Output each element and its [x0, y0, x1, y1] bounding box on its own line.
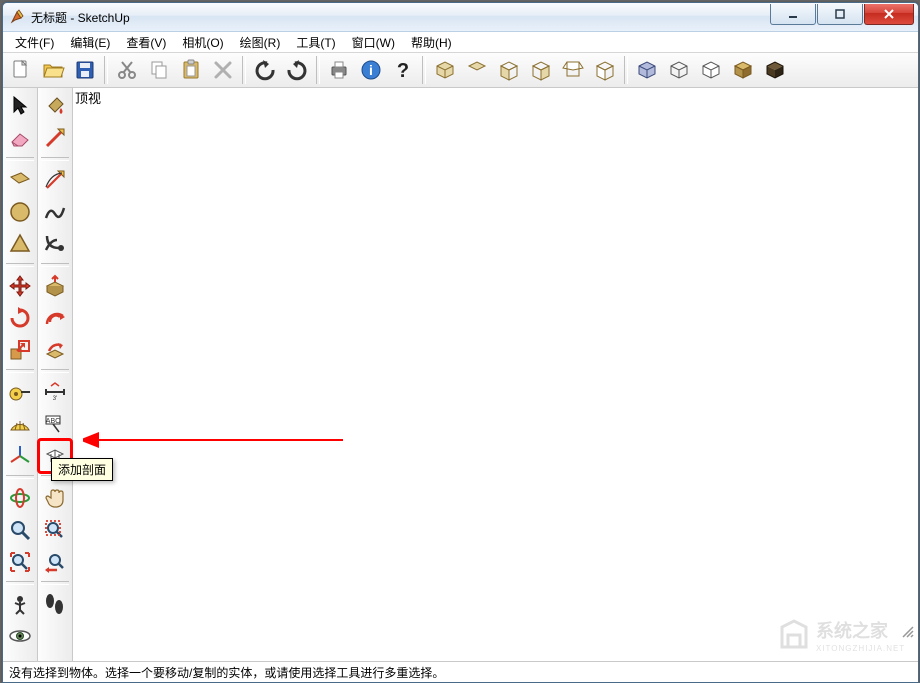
arc-tool[interactable]	[39, 164, 71, 196]
cut-button[interactable]	[111, 54, 143, 86]
zoom-window-tool[interactable]	[39, 514, 71, 546]
undo-button[interactable]	[249, 54, 281, 86]
delete-button[interactable]	[207, 54, 239, 86]
toolbar-separator	[6, 581, 34, 585]
toolbar-separator	[41, 263, 69, 267]
menu-file[interactable]: 文件(F)	[7, 32, 62, 53]
freehand-tool[interactable]	[39, 196, 71, 228]
follow-me-alt-tool[interactable]	[39, 334, 71, 366]
walk-tool[interactable]	[39, 588, 71, 620]
select-tool[interactable]	[4, 90, 36, 122]
maximize-button[interactable]	[817, 4, 863, 25]
window-title: 无标题 - SketchUp	[31, 9, 130, 26]
orbit-tool[interactable]	[4, 482, 36, 514]
principal-toolbar-col2: 3' ABC	[38, 88, 73, 661]
front-view-button[interactable]	[493, 54, 525, 86]
minimize-button[interactable]	[770, 4, 816, 25]
toolbar-separator	[41, 157, 69, 161]
open-file-button[interactable]	[37, 54, 69, 86]
shaded-style-button[interactable]	[727, 54, 759, 86]
hidden-line-style-button[interactable]	[695, 54, 727, 86]
dimension-tool[interactable]: 3'	[39, 376, 71, 408]
top-view-button[interactable]	[461, 54, 493, 86]
annotation-arrow	[83, 428, 353, 458]
svg-text:3': 3'	[53, 396, 57, 402]
previous-view-tool[interactable]	[39, 546, 71, 578]
menu-help[interactable]: 帮助(H)	[403, 32, 460, 53]
eraser-tool[interactable]	[4, 122, 36, 154]
rotate-tool[interactable]	[4, 302, 36, 334]
menu-edit[interactable]: 编辑(E)	[62, 32, 118, 53]
toolbar-separator	[316, 56, 320, 84]
resize-grip-icon[interactable]	[901, 625, 915, 639]
zoom-tool[interactable]	[4, 514, 36, 546]
app-icon	[9, 9, 25, 25]
menu-window[interactable]: 窗口(W)	[344, 32, 403, 53]
axes-tool[interactable]	[4, 440, 36, 472]
left-view-button[interactable]	[589, 54, 621, 86]
look-around-tool[interactable]	[4, 620, 36, 652]
right-view-button[interactable]	[525, 54, 557, 86]
shaded-texture-style-button[interactable]	[759, 54, 791, 86]
zoom-extents-tool[interactable]	[4, 546, 36, 578]
circle-tool[interactable]	[4, 196, 36, 228]
menu-view[interactable]: 查看(V)	[118, 32, 174, 53]
toolbar-separator	[6, 475, 34, 479]
toolbar-separator	[624, 56, 628, 84]
tooltip: 添加剖面	[51, 458, 113, 481]
offset-tool[interactable]	[39, 302, 71, 334]
text-tool[interactable]: ABC	[39, 408, 71, 440]
app-window: 无标题 - SketchUp 文件(F) 编辑(E) 查看(V) 相机(O) 绘…	[2, 2, 919, 683]
toolbar-separator	[41, 581, 69, 585]
line-tool[interactable]	[39, 122, 71, 154]
toolbar-separator	[6, 369, 34, 373]
toolbar-separator	[104, 56, 108, 84]
tape-measure-tool[interactable]	[4, 376, 36, 408]
toolbar-separator	[41, 369, 69, 373]
menu-camera[interactable]: 相机(O)	[174, 32, 231, 53]
xray-style-button[interactable]	[631, 54, 663, 86]
principal-toolbar-col1	[3, 88, 38, 661]
back-view-button[interactable]	[557, 54, 589, 86]
wireframe-style-button[interactable]	[663, 54, 695, 86]
titlebar: 无标题 - SketchUp	[3, 3, 918, 32]
svg-text:ABC: ABC	[46, 418, 60, 425]
workspace: 3' ABC 顶视 添加剖面	[3, 88, 918, 661]
status-bar: 没有选择到物体。选择一个要移动/复制的实体，或请使用选择工具进行多重选择。	[3, 661, 918, 682]
close-button[interactable]	[864, 4, 914, 25]
print-button[interactable]	[323, 54, 355, 86]
model-info-button[interactable]: i	[355, 54, 387, 86]
follow-me-tool[interactable]	[39, 228, 71, 260]
protractor-tool[interactable]	[4, 408, 36, 440]
toolbar-separator	[242, 56, 246, 84]
save-file-button[interactable]	[69, 54, 101, 86]
push-pull-tool[interactable]	[39, 270, 71, 302]
model-viewport[interactable]: 顶视 添加剖面	[73, 88, 918, 661]
svg-text:?: ?	[397, 60, 409, 82]
rectangle-tool[interactable]	[4, 164, 36, 196]
scale-tool[interactable]	[4, 334, 36, 366]
svg-text:i: i	[369, 62, 373, 78]
position-camera-tool[interactable]	[4, 588, 36, 620]
status-text: 没有选择到物体。选择一个要移动/复制的实体，或请使用选择工具进行多重选择。	[9, 664, 444, 681]
paste-button[interactable]	[175, 54, 207, 86]
paint-bucket-tool[interactable]	[39, 90, 71, 122]
polygon-tool[interactable]	[4, 228, 36, 260]
copy-button[interactable]	[143, 54, 175, 86]
standard-toolbar: i ?	[3, 53, 918, 88]
move-tool[interactable]	[4, 270, 36, 302]
iso-view-button[interactable]	[429, 54, 461, 86]
toolbar-separator	[6, 263, 34, 267]
redo-button[interactable]	[281, 54, 313, 86]
tooltip-text: 添加剖面	[58, 463, 106, 477]
pan-tool[interactable]	[39, 482, 71, 514]
toolbar-separator	[422, 56, 426, 84]
menu-draw[interactable]: 绘图(R)	[232, 32, 289, 53]
menu-tools[interactable]: 工具(T)	[288, 32, 343, 53]
help-button[interactable]: ?	[387, 54, 419, 86]
toolbar-separator	[6, 157, 34, 161]
view-label: 顶视	[75, 88, 101, 107]
menu-bar: 文件(F) 编辑(E) 查看(V) 相机(O) 绘图(R) 工具(T) 窗口(W…	[3, 32, 918, 53]
new-file-button[interactable]	[5, 54, 37, 86]
